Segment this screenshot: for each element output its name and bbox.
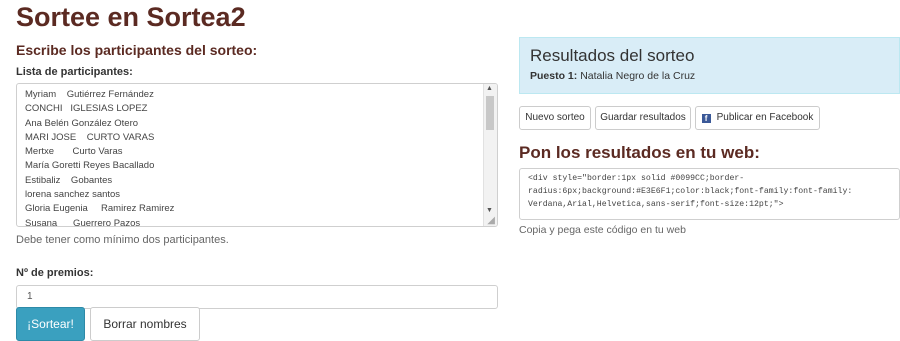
- participant-line: lorena sanchez santos: [25, 189, 121, 201]
- form-heading: Escribe los participantes del sorteo:: [16, 42, 258, 58]
- participant-line: CONCHI IGLESIAS LOPEZ: [25, 103, 148, 115]
- results-title: Resultados del sorteo: [530, 46, 695, 65]
- embed-code-line: radius:6px;background:#E3E6F1;color:blac…: [528, 187, 853, 196]
- participants-list-label: Lista de participantes:: [16, 66, 133, 78]
- scrollbar-thumb[interactable]: [486, 96, 494, 130]
- participant-line: Ana Belén González Otero: [25, 117, 139, 129]
- participant-line: MARI JOSE CURTO VARAS: [25, 131, 155, 143]
- participant-line: Gloria Eugenia Ramirez Ramirez: [25, 203, 175, 215]
- results-panel: Resultados del sorteo Puesto 1: Natalia …: [519, 37, 900, 94]
- participant-line: Susana Guerrero Pazos: [25, 217, 141, 227]
- prizes-label: Nº de premios:: [16, 267, 94, 279]
- participants-help-text: Debe tener como mínimo dos participantes…: [16, 234, 229, 246]
- publish-facebook-label: Publicar en Facebook: [716, 112, 814, 123]
- participants-lines: Myriam Gutiérrez Fernández CONCHI IGLESI…: [17, 84, 497, 227]
- textarea-scrollbar[interactable]: ▲ ▼: [483, 84, 497, 226]
- new-draw-button[interactable]: Nuevo sorteo: [519, 106, 591, 130]
- embed-help-text: Copia y pega este código en tu web: [519, 224, 686, 236]
- embed-code-textarea[interactable]: <div style="border:1px solid #0099CC;bor…: [519, 168, 900, 220]
- resize-grip-icon[interactable]: ◢: [487, 215, 495, 226]
- save-results-button[interactable]: Guardar resultados: [595, 106, 691, 130]
- draw-button[interactable]: ¡Sortear!: [16, 307, 85, 341]
- participants-form: Escribe los participantes del sorteo: Li…: [16, 42, 498, 309]
- winner-name: Natalia Negro de la Cruz: [580, 70, 696, 82]
- participant-line: Estibaliz Gobantes: [25, 174, 113, 186]
- embed-code-lines: <div style="border:1px solid #0099CC;bor…: [520, 169, 899, 214]
- participant-line: María Goretti Reyes Bacallado: [25, 160, 155, 172]
- scroll-down-arrow-icon[interactable]: ▼: [486, 207, 493, 214]
- participants-textarea[interactable]: Myriam Gutiérrez Fernández CONCHI IGLESI…: [16, 83, 498, 227]
- winner-line: Puesto 1: Natalia Negro de la Cruz: [530, 70, 695, 82]
- scroll-up-arrow-icon[interactable]: ▲: [486, 85, 493, 92]
- publish-facebook-button[interactable]: f Publicar en Facebook: [695, 106, 820, 130]
- embed-code-line: <div style="border:1px solid #0099CC;bor…: [528, 174, 745, 183]
- page-title: Sortee en Sortea2: [16, 2, 246, 32]
- participant-line: Mertxe Curto Varas: [25, 146, 123, 158]
- participant-line: Myriam Gutiérrez Fernández: [25, 89, 154, 100]
- prizes-input[interactable]: 1: [16, 285, 498, 309]
- embed-heading: Pon los resultados en tu web:: [519, 143, 760, 162]
- prize-position-label: Puesto 1:: [530, 70, 578, 82]
- facebook-icon: f: [701, 114, 711, 123]
- embed-code-line: Verdana,Arial,Helvetica,sans-serif;font-…: [528, 200, 784, 209]
- clear-names-button[interactable]: Borrar nombres: [90, 307, 200, 341]
